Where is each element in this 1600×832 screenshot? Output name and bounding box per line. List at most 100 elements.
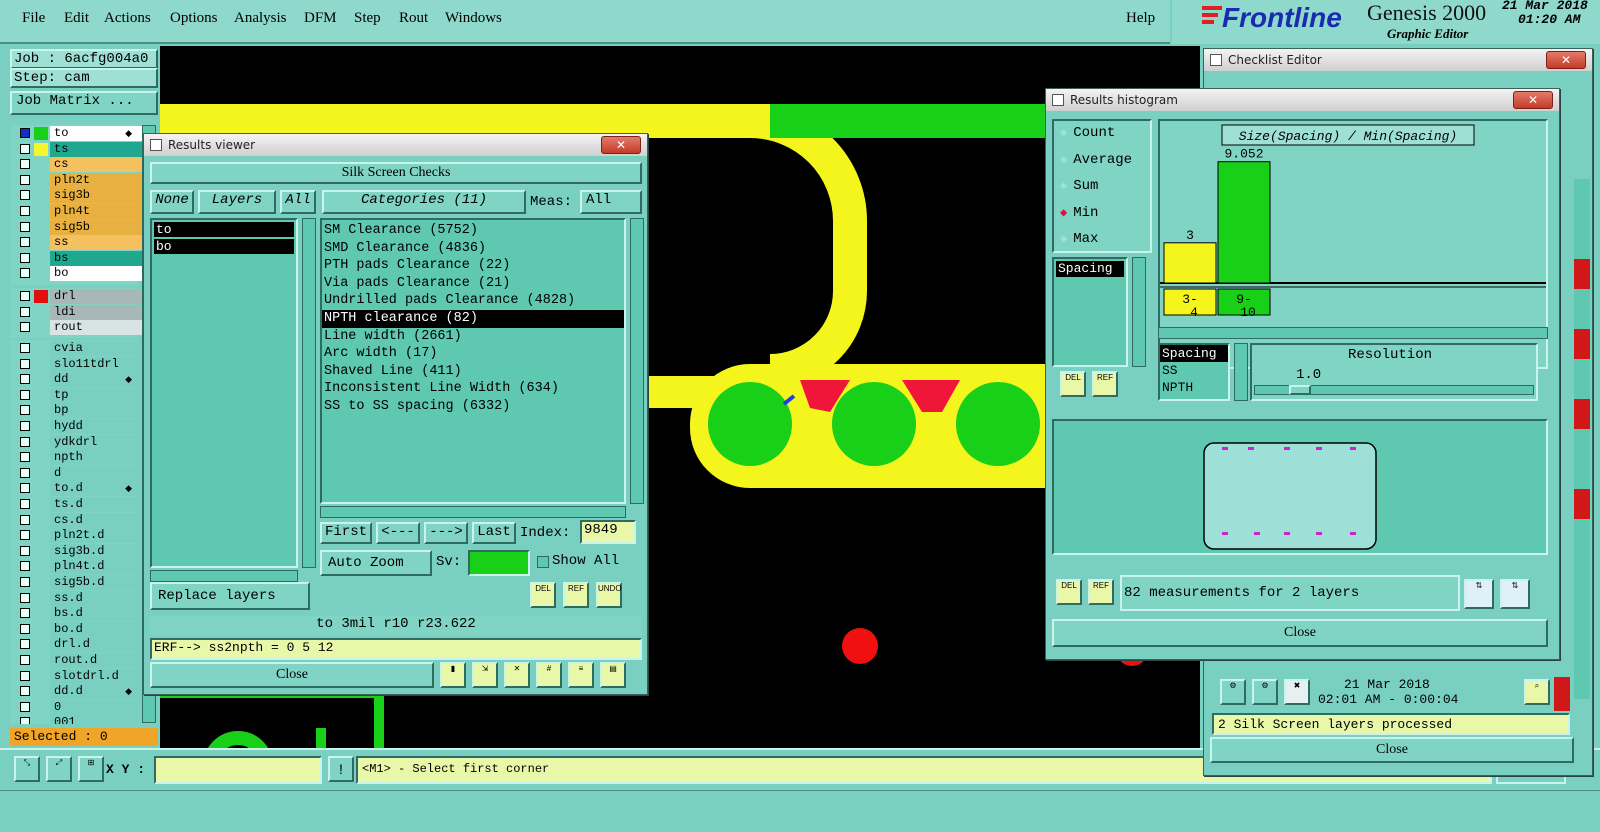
category-item[interactable]: Undrilled pads Clearance (4828) (322, 292, 624, 310)
histogram-icon[interactable]: ▤ (600, 662, 626, 688)
param-list-scroll[interactable] (1234, 343, 1248, 401)
next-button[interactable]: ---> (424, 522, 468, 544)
del-icon[interactable]: DEL (530, 582, 556, 608)
prev-button[interactable]: <--- (376, 522, 420, 544)
layer-row-cvia[interactable]: cvia (14, 341, 138, 356)
category-item[interactable]: NPTH clearance (82) (322, 309, 624, 328)
menu-windows[interactable]: Windows (445, 10, 502, 27)
layer-checkbox[interactable] (20, 467, 30, 478)
layer-row-001[interactable]: 001 (14, 715, 138, 724)
results-viewer-close-icon[interactable]: ✕ (601, 136, 641, 154)
layer-checkbox[interactable] (20, 268, 30, 279)
category-item[interactable]: Arc width (17) (322, 345, 624, 363)
hist-ref-icon-2[interactable]: REF (1088, 579, 1114, 605)
layer-name[interactable]: bp (50, 403, 138, 419)
hist-del-icon-2[interactable]: DEL (1056, 579, 1082, 605)
param-item[interactable]: NPTH (1160, 379, 1228, 396)
layer-checkbox[interactable] (20, 436, 30, 447)
layer-row-rout.d[interactable]: rout.d (14, 653, 138, 668)
alert-icon[interactable]: ! (328, 756, 354, 782)
layer-checkbox[interactable] (20, 623, 30, 634)
checklist-scroll-strip[interactable] (1574, 179, 1590, 699)
mode-radio-count[interactable]: ◆ Count (1060, 125, 1115, 145)
layer-name[interactable]: bs.d (50, 606, 138, 622)
category-item[interactable]: Line width (2661) (322, 328, 624, 346)
layer-row-drl[interactable]: drl (14, 289, 142, 304)
layer-name[interactable]: drl (50, 289, 142, 304)
auto-zoom-dropdown[interactable]: Auto Zoom (320, 550, 432, 576)
layer-row-ts.d[interactable]: ts.d (14, 497, 138, 512)
mode-radio-sum[interactable]: ◆ Sum (1060, 178, 1098, 198)
layer-name[interactable]: sig5b (50, 219, 142, 235)
menu-help[interactable]: Help (1126, 10, 1155, 27)
layer-row-bs.d[interactable]: bs.d (14, 606, 138, 622)
layer-name[interactable]: sig3b (50, 188, 142, 204)
layer-name[interactable]: slo11tdrl (50, 356, 138, 372)
radio-diamond-icon[interactable]: ◆ (1060, 153, 1067, 167)
grid-snap-icon[interactable]: ⊞ (78, 756, 104, 782)
layer-checkbox[interactable] (20, 499, 30, 509)
layer-name[interactable]: 0 (50, 699, 138, 715)
layer-checkbox[interactable] (20, 701, 30, 712)
layer-name[interactable]: ss.d (50, 590, 138, 606)
menu-dfm[interactable]: DFM (304, 10, 337, 27)
measure-icon[interactable]: ⤢ (46, 756, 72, 782)
layer-checkbox[interactable] (20, 545, 30, 556)
menu-step[interactable]: Step (354, 10, 381, 27)
layer-checkbox[interactable] (20, 592, 30, 603)
chart-bar-icon[interactable]: ▮ (440, 662, 466, 688)
layer-row-bo.d[interactable]: bo.d (14, 621, 138, 637)
measure-list-scroll[interactable] (1132, 257, 1146, 367)
layer-row-pln2t.d[interactable]: pln2t.d (14, 528, 138, 544)
report-icon[interactable]: ≡ (568, 662, 594, 688)
checklist-close-button[interactable]: Close (1210, 737, 1574, 763)
param-item[interactable]: SS (1160, 362, 1228, 379)
layer-row-sig5b[interactable]: sig5b (14, 219, 142, 235)
none-button[interactable]: None (150, 190, 194, 214)
measure-item[interactable]: Spacing (1056, 261, 1124, 277)
index-input[interactable]: 9849 (580, 520, 636, 544)
stop-icon[interactable]: ✖ (1284, 679, 1310, 705)
categories-button[interactable]: Categories (11) (322, 190, 526, 214)
layer-row-to[interactable]: to ◆ (14, 126, 142, 141)
run-all-icon[interactable]: ⚙ (1252, 679, 1278, 705)
resolution-slider[interactable] (1254, 385, 1534, 395)
layer-list[interactable]: to bo (150, 218, 298, 568)
export-icon[interactable]: ⇲ (472, 662, 498, 688)
layer-checkbox[interactable] (20, 561, 30, 572)
clear-icon[interactable]: ✕ (504, 662, 530, 688)
layer-name[interactable]: slotdrl.d (50, 668, 138, 684)
menu-file[interactable]: File (22, 10, 45, 27)
layer-checkbox[interactable] (20, 159, 30, 170)
layer-name[interactable]: ydkdrl (50, 434, 138, 450)
layer-checkbox[interactable] (20, 483, 30, 494)
category-list[interactable]: SM Clearance (5752) SMD Clearance (4836) P… (320, 218, 626, 504)
layer-checkbox[interactable] (20, 655, 30, 665)
layer-checkbox[interactable] (20, 670, 30, 681)
layer-checkbox[interactable] (20, 686, 30, 697)
layer-name[interactable]: bs (50, 250, 142, 266)
sv-color-dropdown[interactable] (468, 550, 530, 576)
layer-name[interactable]: d (50, 465, 138, 481)
histogram-bar[interactable] (1163, 242, 1217, 284)
histogram-close-button[interactable]: Close (1052, 619, 1548, 647)
layer-name[interactable]: tp (50, 387, 138, 403)
layer-name[interactable]: bo (50, 266, 142, 282)
import-image-icon[interactable]: ⇅ (1500, 579, 1530, 609)
layer-name[interactable]: 001 (50, 715, 138, 724)
layer-row-ldi[interactable]: ldi (14, 304, 142, 320)
zoom-icon[interactable]: ⌕ (1524, 679, 1550, 705)
layer-name[interactable]: rout (50, 320, 142, 336)
layer-row-sig3b.d[interactable]: sig3b.d (14, 543, 138, 559)
count-icon[interactable]: # (536, 662, 562, 688)
layer-list-hscroll[interactable] (150, 570, 298, 582)
layer-row-pln4t[interactable]: pln4t (14, 204, 142, 219)
layer-name[interactable]: pln2t (50, 172, 142, 188)
category-item[interactable]: Shaved Line (411) (322, 363, 624, 381)
category-item[interactable]: Inconsistent Line Width (634) (322, 380, 624, 398)
layer-row-slo11tdrl[interactable]: slo11tdrl (14, 356, 138, 372)
layer-checkbox[interactable] (20, 237, 30, 248)
layer-name[interactable]: sig3b.d (50, 543, 138, 559)
layer-checkbox[interactable] (20, 306, 30, 317)
mode-radio-max[interactable]: ◆ Max (1060, 231, 1098, 251)
